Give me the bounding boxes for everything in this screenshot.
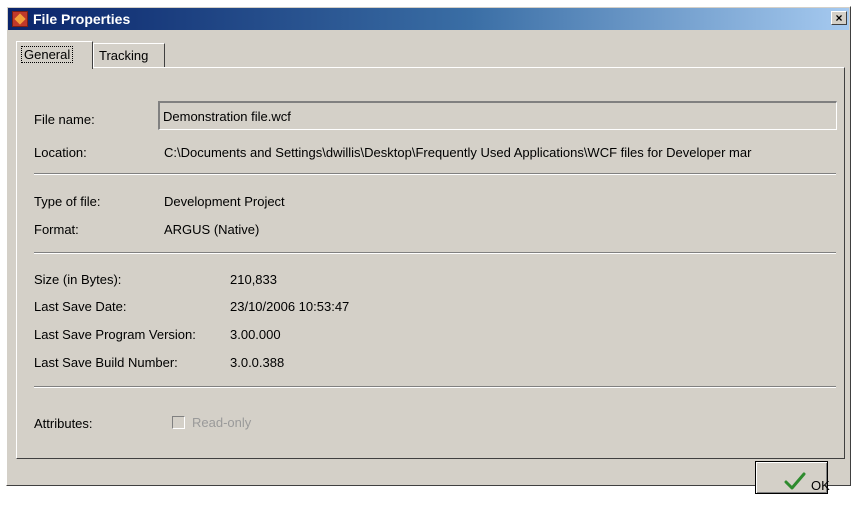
ok-button[interactable]: OK [755,461,830,494]
type-of-file-label: Type of file: [34,194,101,209]
last-save-date-label: Last Save Date: [34,299,127,314]
location-label: Location: [34,145,87,160]
tab-tracking[interactable]: Tracking [93,43,165,67]
file-name-label: File name: [34,112,95,127]
location-value: C:\Documents and Settings\dwillis\Deskto… [164,145,752,160]
tab-general-label: General [20,46,74,63]
size-label: Size (in Bytes): [34,272,122,287]
tab-tracking-label: Tracking [99,48,149,63]
separator [34,252,836,254]
program-version-label: Last Save Program Version: [34,327,196,342]
app-icon [12,11,28,27]
size-value: 210,833 [230,272,277,287]
read-only-checkbox[interactable] [172,416,185,429]
read-only-label: Read-only [192,415,252,430]
build-number-value: 3.0.0.388 [230,355,285,370]
build-number-label: Last Save Build Number: [34,355,178,370]
file-name-field[interactable] [158,101,837,130]
checkmark-icon [784,472,806,490]
last-save-date-value: 23/10/2006 10:53:47 [230,299,350,314]
program-version-value: 3.00.000 [230,327,281,342]
title-bar[interactable]: File Properties × [8,8,849,30]
tab-general[interactable]: General [16,41,93,69]
separator [34,386,836,388]
close-button[interactable]: × [831,11,847,25]
ok-label: OK [811,478,830,493]
format-value: ARGUS (Native) [164,222,260,237]
type-of-file-value: Development Project [164,194,285,209]
window-title: File Properties [33,11,131,27]
separator [34,173,836,175]
attributes-label: Attributes: [34,416,93,431]
format-label: Format: [34,222,79,237]
